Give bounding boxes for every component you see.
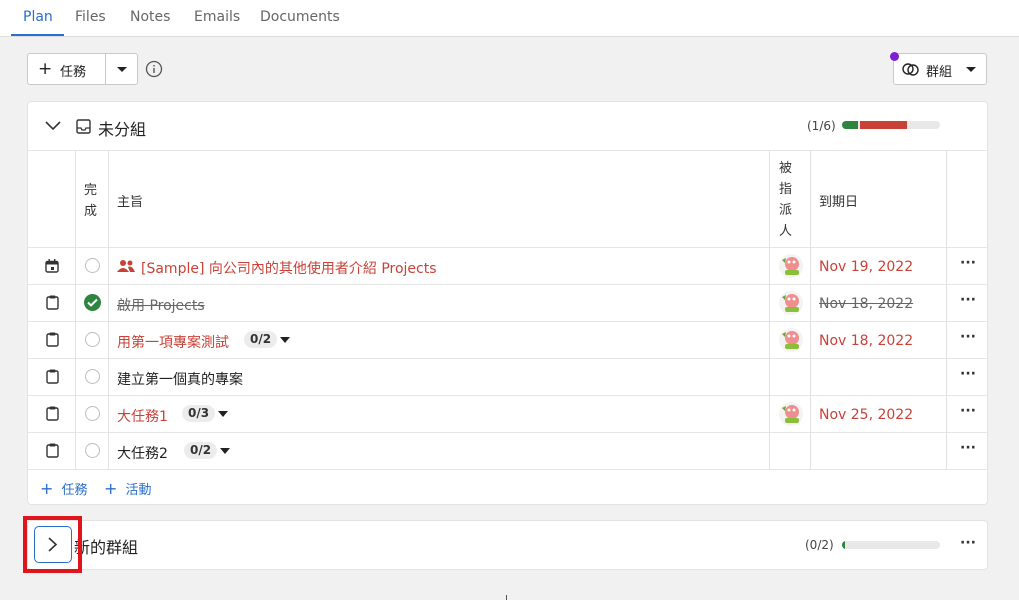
task-complete-checkbox[interactable] (85, 332, 100, 347)
tab-notes[interactable]: Notes (130, 0, 170, 36)
chevron-down-icon[interactable] (45, 121, 61, 131)
people-icon (117, 260, 135, 272)
clipboard-icon (46, 406, 59, 421)
task-title[interactable]: 大任務1 (117, 406, 168, 426)
subtask-count-badge[interactable]: 0/2 (244, 331, 278, 348)
task-due-date[interactable]: Nov 18, 2022 (819, 333, 913, 349)
notification-dot (890, 52, 899, 61)
group-name[interactable]: 新的群組 (74, 534, 138, 558)
tab-plan[interactable]: Plan (11, 0, 64, 36)
group-card-new: 新的群組 (0/2) ··· (27, 520, 988, 570)
add-task-link-label: 任務 (61, 483, 88, 498)
clipboard-icon (46, 332, 59, 347)
row-more-menu-icon[interactable]: ··· (960, 292, 976, 308)
task-complete-checkbox[interactable] (85, 258, 100, 273)
group-name[interactable]: 未分組 (98, 116, 146, 140)
plus-icon: + (38, 59, 53, 79)
check-icon (87, 298, 98, 307)
assignee-avatar[interactable] (779, 291, 803, 315)
group-button[interactable]: 群組 (893, 53, 987, 85)
caret-down-icon[interactable] (220, 448, 230, 455)
task-title[interactable]: 大任務2 (117, 443, 168, 463)
task-title[interactable]: 用第一項專案測試 (117, 332, 229, 352)
progress-done-segment (842, 121, 858, 129)
assignee-avatar[interactable] (779, 402, 803, 426)
tab-documents[interactable]: Documents (260, 0, 340, 36)
group-progress-bar (842, 541, 940, 549)
assignee-avatar[interactable] (779, 328, 803, 352)
inbox-icon (76, 119, 91, 134)
row-more-menu-icon[interactable]: ··· (960, 329, 976, 345)
task-title[interactable]: 啟用 Projects (117, 295, 205, 315)
add-task-dropdown-button[interactable] (105, 53, 138, 85)
assignee-avatar[interactable] (779, 254, 803, 278)
progress-done-segment (842, 541, 845, 549)
task-complete-checkbox[interactable] (85, 369, 100, 384)
subtask-count-badge[interactable]: 0/2 (184, 442, 218, 459)
caret-down-icon[interactable] (218, 411, 228, 418)
progress-overdue-segment (860, 121, 907, 129)
column-header-assignee[interactable]: 被指派人 (779, 158, 793, 242)
caret-down-icon[interactable] (280, 337, 290, 344)
group-card-ungrouped: 未分組 (1/6) 完成 主旨 被指派人 到期日 [Sample] 向公司內的其… (27, 101, 988, 505)
add-task-label: 任務 (60, 65, 87, 80)
column-header-due[interactable]: 到期日 (819, 191, 858, 210)
clipboard-icon (46, 443, 59, 458)
tab-bar: Plan Files Notes Emails Documents (0, 0, 1019, 37)
tab-files[interactable]: Files (75, 0, 106, 36)
group-button-label: 群組 (926, 65, 953, 80)
group-more-menu-icon[interactable]: ··· (960, 535, 976, 551)
group-progress-bar (842, 121, 940, 129)
row-more-menu-icon[interactable]: ··· (960, 366, 976, 382)
clipboard-icon (46, 369, 59, 384)
row-more-menu-icon[interactable]: ··· (960, 403, 976, 419)
caret-down-icon (117, 67, 127, 72)
column-header-done[interactable]: 完成 (84, 180, 98, 222)
resize-tick (506, 595, 507, 600)
task-title[interactable]: [Sample] 向公司內的其他使用者介紹 Projects (141, 258, 437, 278)
add-activity-link-label: 活動 (125, 483, 152, 498)
calendar-icon (45, 259, 59, 273)
row-more-menu-icon[interactable]: ··· (960, 255, 976, 271)
caret-down-icon (966, 67, 976, 72)
plus-icon: + (40, 479, 54, 498)
task-title[interactable]: 建立第一個真的專案 (117, 369, 243, 389)
task-due-date[interactable]: Nov 18, 2022 (819, 296, 913, 312)
info-icon[interactable] (145, 60, 163, 78)
task-complete-checkbox[interactable] (85, 406, 100, 421)
task-due-date[interactable]: Nov 19, 2022 (819, 259, 913, 275)
add-task-button[interactable]: + 任務 (27, 53, 106, 85)
tab-emails[interactable]: Emails (194, 0, 240, 36)
clipboard-icon (46, 295, 59, 310)
plus-icon: + (104, 479, 118, 498)
task-due-date[interactable]: Nov 25, 2022 (819, 407, 913, 423)
highlight-box (23, 516, 82, 573)
group-progress-text: (0/2) (805, 538, 834, 552)
group-circles-icon (902, 63, 919, 76)
task-complete-checkbox-checked[interactable] (84, 294, 101, 311)
row-more-menu-icon[interactable]: ··· (960, 440, 976, 456)
add-activity-link[interactable]: + 活動 (104, 479, 152, 498)
add-task-link[interactable]: + 任務 (40, 479, 88, 498)
task-complete-checkbox[interactable] (85, 443, 100, 458)
group-progress-text: (1/6) (807, 119, 836, 133)
subtask-count-badge[interactable]: 0/3 (182, 405, 216, 422)
column-header-subject[interactable]: 主旨 (117, 191, 143, 210)
